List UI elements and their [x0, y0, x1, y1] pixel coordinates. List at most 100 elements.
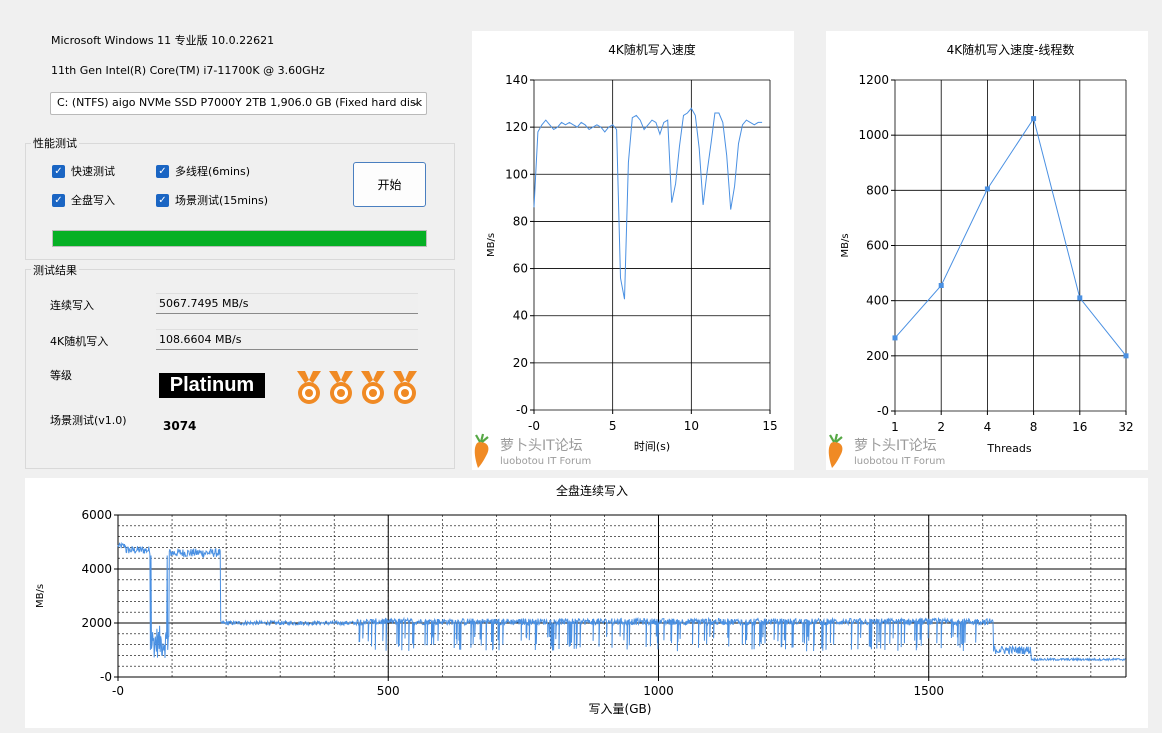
tick-label-x: 32 [1118, 420, 1133, 434]
x-axis-label: 时间(s) [634, 440, 670, 453]
rand-write-chart: 4K随机写入速度 -0 20 40 60 80 100 120 140 -0 5 10 15 时间(s) M… [474, 42, 778, 468]
tick-label-y: 60 [513, 262, 528, 276]
chevron-down-icon[interactable]: ⌄ [410, 94, 421, 109]
threads-chart-panel: 4K随机写入速度-线程数 -0 200 400 600 800 1000 1200 1 2 4 8 16… [826, 31, 1148, 470]
watermark-title: 萝卜头IT论坛 [500, 438, 583, 454]
tick-label-y: 20 [513, 356, 528, 370]
tick-label-y: 100 [505, 167, 528, 181]
carrot-leaf-icon [475, 433, 489, 443]
data-point [1031, 116, 1037, 122]
tick-label-x: 4 [984, 420, 992, 434]
watermark-title: 萝卜头IT论坛 [854, 438, 937, 454]
tick-label-x: 1500 [913, 684, 944, 698]
progress-fill [53, 231, 426, 246]
tick-label-y: 400 [866, 294, 889, 308]
quick-test-label: 快速测试 [71, 165, 115, 178]
drive-select[interactable]: C: (NTFS) aigo NVMe SSD P7000Y 2TB 1,906… [50, 92, 427, 115]
chart-title: 全盘连续写入 [556, 483, 628, 498]
tick-label-y: 4000 [81, 562, 112, 576]
x-axis-label: Threads [986, 442, 1031, 455]
medal-ribbon-left [297, 371, 309, 383]
tick-label-x: 15 [762, 419, 777, 433]
y-axis-label: MB/s [840, 233, 851, 257]
tick-label-x: 2 [937, 420, 945, 434]
data-point [1077, 295, 1083, 301]
carrot-leaf-icon [829, 433, 843, 443]
tick-label-y: -0 [100, 670, 112, 684]
tick-label-y: 80 [513, 214, 528, 228]
medal-ribbon-right [373, 371, 385, 383]
progress-bar [52, 230, 427, 247]
scenario-test-label: 场景测试(v1.0) [50, 414, 127, 427]
carrot-icon [828, 442, 843, 468]
medal-icon [361, 371, 385, 404]
data-point [984, 186, 990, 192]
threads-chart: 4K随机写入速度-线程数 -0 200 400 600 800 1000 1200 1 2 4 8 16… [828, 42, 1134, 468]
tick-label-y: 120 [505, 120, 528, 134]
quick-test-option[interactable]: ✓ 快速测试 [52, 163, 115, 179]
tick-label-y: 140 [505, 73, 528, 87]
tick-label-x: 1000 [643, 684, 674, 698]
medal-icon [393, 371, 417, 404]
checkbox-quick[interactable]: ✓ [52, 164, 65, 178]
tick-label-y: -0 [516, 403, 528, 417]
medal-ribbon-left [329, 371, 341, 383]
seq-write-value: 5067.7495 MB/s [156, 293, 418, 314]
tick-label-x: 500 [377, 684, 400, 698]
checkbox-scenario[interactable]: ✓ [156, 193, 169, 207]
series-line [533, 107, 763, 300]
medal-row [297, 371, 417, 404]
tick-label-x: 8 [1030, 420, 1038, 434]
scenario-option[interactable]: ✓ 场景测试(15mins) [156, 192, 268, 208]
multithread-option[interactable]: ✓ 多线程(6mins) [156, 163, 250, 179]
medal-ribbon-left [361, 371, 373, 383]
tick-label-x: 1 [891, 420, 899, 434]
medal-ribbon-right [405, 371, 417, 383]
medal-star [337, 389, 345, 397]
tick-label-y: 6000 [81, 508, 112, 522]
y-axis-label: MB/s [486, 233, 497, 257]
start-button[interactable]: 开始 [353, 162, 426, 207]
grade-label: 等级 [50, 369, 72, 382]
medal-ribbon-right [309, 371, 321, 383]
checkbox-full-disk[interactable]: ✓ [52, 193, 65, 207]
medal-star [369, 389, 377, 397]
tick-label-y: 40 [513, 309, 528, 323]
full-disk-chart: 全盘连续写入 -0 2000 4000 6000 -0 500 1000 1500 写入量(GB)… [35, 483, 1127, 716]
full-disk-option[interactable]: ✓ 全盘写入 [52, 192, 115, 208]
medal-star [401, 389, 409, 397]
tick-label-y: 2000 [81, 616, 112, 630]
chart-title: 4K随机写入速度-线程数 [947, 42, 1075, 57]
medal-star [305, 389, 313, 397]
full-disk-label: 全盘写入 [71, 194, 115, 207]
tick-label-x: 5 [609, 419, 617, 433]
watermark-subtitle: luobotou IT Forum [500, 456, 591, 467]
data-point [938, 282, 944, 288]
checkbox-multithread[interactable]: ✓ [156, 164, 169, 178]
rand-write-value: 108.6604 MB/s [156, 329, 418, 350]
scenario-label: 场景测试(15mins) [175, 194, 269, 207]
medal-icon [297, 371, 321, 404]
tick-label-x: -0 [528, 419, 540, 433]
tick-label-y: 200 [866, 349, 889, 363]
tick-label-x: -0 [112, 684, 124, 698]
medal-ribbon-right [341, 371, 353, 383]
tick-label-y: 1200 [858, 73, 889, 87]
medal-icon [329, 371, 353, 404]
tick-label-y: 600 [866, 239, 889, 253]
os-info: Microsoft Windows 11 专业版 10.0.22621 [51, 34, 275, 47]
perf-test-title: 性能测试 [31, 135, 79, 151]
multithread-label: 多线程(6mins) [175, 165, 251, 178]
series-line [894, 117, 1127, 357]
watermark-subtitle: luobotou IT Forum [854, 456, 945, 467]
tick-label-y: 800 [866, 183, 889, 197]
scenario-score: 3074 [163, 419, 197, 433]
seq-write-label: 连续写入 [50, 299, 94, 312]
full-disk-chart-panel: 全盘连续写入 -0 2000 4000 6000 -0 500 1000 1500 写入量(GB)… [25, 478, 1148, 728]
watermark: 萝卜头IT论坛 luobotou IT Forum [828, 433, 945, 468]
watermark: 萝卜头IT论坛 luobotou IT Forum [474, 433, 591, 468]
carrot-icon [474, 442, 489, 468]
rand-write-label: 4K随机写入 [50, 335, 109, 348]
tick-label-x: 16 [1072, 420, 1087, 434]
data-point [1123, 353, 1129, 359]
